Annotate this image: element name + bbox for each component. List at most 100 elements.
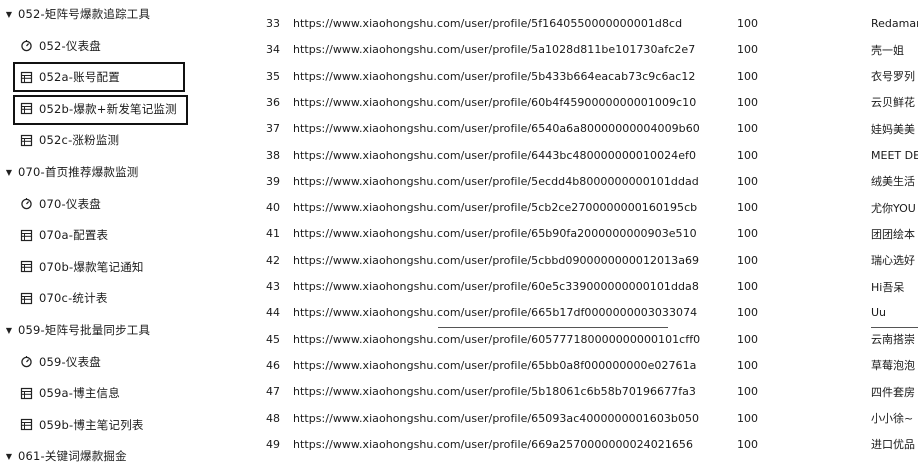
caret-down-icon[interactable]: ▼	[4, 326, 14, 335]
value-cell: 100	[737, 411, 758, 425]
value-cell: 100	[737, 358, 758, 372]
sidebar-item[interactable]: 059-仪表盘	[0, 348, 250, 376]
value-cell: 100	[737, 280, 758, 293]
profile-url-cell: https://www.xiaohongshu.com/user/profile…	[293, 385, 696, 399]
profile-url-cell: https://www.xiaohongshu.com/user/profile…	[293, 332, 701, 346]
row-number: 35	[266, 69, 280, 83]
profile-url-cell: https://www.xiaohongshu.com/user/profile…	[293, 253, 700, 267]
row-number: 46	[266, 358, 280, 372]
sidebar-item[interactable]: 059b-博主笔记列表	[0, 411, 250, 439]
table-icon	[20, 229, 33, 242]
sidebar-item-label: 052c-涨粉监测	[39, 133, 120, 148]
name-cell: MEET DE	[871, 148, 918, 162]
sidebar-item-label: 061-关键词爆款掘金	[18, 449, 127, 464]
sidebar-item-label: 070-仪表盘	[39, 196, 101, 211]
value-cell: 100	[737, 43, 758, 57]
row-number: 38	[266, 148, 280, 162]
name-cell: 衣号罗列	[871, 70, 915, 84]
name-cell: 云贝鲜花	[871, 96, 915, 110]
profile-url-cell: https://www.xiaohongshu.com/user/profile…	[293, 69, 696, 83]
table-icon	[20, 134, 33, 147]
value-cell: 100	[737, 306, 758, 320]
profile-url-cell: https://www.xiaohongshu.com/user/profile…	[293, 95, 697, 109]
sidebar-item[interactable]: 070-仪表盘	[0, 190, 250, 218]
row-number: 42	[266, 253, 280, 267]
name-cell: 小小徐~	[871, 412, 914, 425]
name-cell: 云南搭崇	[871, 333, 915, 347]
sidebar-item[interactable]: 070b-爆款笔记通知	[0, 253, 250, 281]
profile-url-cell: https://www.xiaohongshu.com/user/profile…	[293, 17, 683, 30]
name-cell: 草莓泡泡	[871, 359, 915, 373]
profile-url-cell: https://www.xiaohongshu.com/user/profile…	[293, 43, 696, 57]
row-number: 48	[266, 411, 280, 425]
profile-url-cell: https://www.xiaohongshu.com/user/profile…	[293, 227, 697, 241]
row-number: 41	[266, 227, 280, 241]
sidebar-item[interactable]: 052c-涨粉监测	[0, 126, 250, 154]
name-cell: 团团绘本	[871, 227, 915, 241]
sidebar-item-label: 059a-博主信息	[39, 386, 120, 401]
row-number: 49	[266, 437, 280, 451]
caret-down-icon[interactable]: ▼	[4, 168, 14, 177]
row-number: 40	[266, 201, 280, 215]
sidebar-item-label: 052-矩阵号爆款追踪工具	[18, 7, 151, 21]
table-icon	[20, 292, 33, 305]
caret-down-icon[interactable]: ▼	[4, 10, 14, 19]
name-cell: 尤你YOU	[871, 201, 916, 215]
value-cell: 100	[737, 227, 758, 241]
table-icon	[20, 260, 33, 273]
sidebar-group[interactable]: ▼ 052-矩阵号爆款追踪工具	[0, 0, 250, 28]
profile-url-cell: https://www.xiaohongshu.com/user/profile…	[293, 358, 697, 372]
row-number: 44	[266, 306, 280, 320]
dashboard-icon	[20, 39, 33, 52]
sidebar-group[interactable]: ▼ 070-首页推荐爆款监测	[0, 158, 250, 186]
value-cell: 100	[737, 122, 758, 136]
caret-down-icon[interactable]: ▼	[4, 452, 14, 461]
row-number: 34	[266, 43, 280, 57]
value-cell: 100	[737, 69, 758, 83]
sidebar-group[interactable]: ▼ 061-关键词爆款掘金	[0, 442, 250, 465]
sidebar-item-label: 059-仪表盘	[39, 354, 101, 369]
profile-url-cell: https://www.xiaohongshu.com/user/profile…	[293, 148, 697, 162]
sidebar-item[interactable]: 059a-博主信息	[0, 379, 250, 407]
value-cell: 100	[737, 95, 758, 109]
sidebar-item[interactable]: 070a-配置表	[0, 221, 250, 249]
name-cell: Redamar	[871, 17, 918, 30]
sidebar-item-label: 052-仪表盘	[39, 38, 101, 53]
sidebar-item[interactable]: 070c-统计表	[0, 284, 250, 312]
name-cell: 娃妈美美	[871, 122, 915, 136]
name-cell: 瑞心选好	[871, 254, 915, 268]
profile-url-cell: https://www.xiaohongshu.com/user/profile…	[293, 437, 694, 451]
row-divider	[438, 327, 668, 328]
row-number: 43	[266, 280, 280, 293]
table-row[interactable]: 49 https://www.xiaohongshu.com/user/profi…	[250, 429, 918, 460]
value-cell: 100	[737, 201, 758, 215]
sidebar-group[interactable]: ▼ 059-矩阵号批量同步工具	[0, 316, 250, 344]
sidebar-item-label: 059-矩阵号批量同步工具	[18, 323, 151, 337]
data-table: 33 https://www.xiaohongshu.com/user/profi…	[250, 0, 918, 465]
value-cell: 100	[737, 385, 758, 399]
sidebar-item-label: 070-首页推荐爆款监测	[18, 165, 139, 179]
highlight-box-notes-monitor	[13, 95, 188, 125]
sidebar-item[interactable]: 052-仪表盘	[0, 32, 250, 60]
row-number: 47	[266, 385, 280, 399]
name-cell: 进口优品	[871, 438, 915, 452]
highlight-box-account-config	[13, 62, 185, 92]
table-icon	[20, 418, 33, 431]
sidebar-item-label: 059b-博主笔记列表	[39, 417, 144, 432]
name-cell: 绒美生活	[871, 175, 915, 189]
value-cell: 100	[737, 174, 758, 188]
value-cell: 100	[737, 148, 758, 162]
profile-url-cell: https://www.xiaohongshu.com/user/profile…	[293, 306, 698, 320]
row-number: 45	[266, 332, 280, 346]
row-divider-right	[871, 327, 918, 328]
dashboard-icon	[20, 197, 33, 210]
name-cell: Uu	[871, 306, 887, 320]
value-cell: 100	[737, 437, 758, 451]
row-number: 39	[266, 174, 280, 188]
table-icon	[20, 387, 33, 400]
profile-url-cell: https://www.xiaohongshu.com/user/profile…	[293, 201, 698, 215]
profile-url-cell: https://www.xiaohongshu.com/user/profile…	[293, 122, 700, 136]
row-number: 37	[266, 122, 280, 136]
row-number: 36	[266, 95, 280, 109]
value-cell: 100	[737, 253, 758, 267]
